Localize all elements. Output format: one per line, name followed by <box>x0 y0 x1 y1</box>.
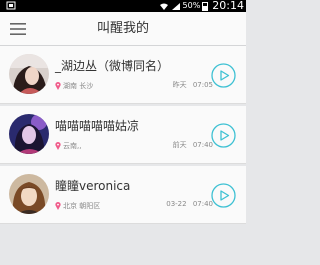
alarm-clock: 07:40 <box>192 200 213 208</box>
location-text: 北京 朝阳区 <box>63 202 101 210</box>
app-header: 叫醒我的 <box>0 12 246 46</box>
alarm-time: 前天 07:40 <box>173 140 213 150</box>
battery-percent: 50% <box>182 1 201 10</box>
contact-name: _湖边丛（微博同名） <box>55 59 170 73</box>
contact-name: 瞳瞳veronica <box>55 179 131 193</box>
avatar[interactable] <box>9 174 49 214</box>
alarm-clock: 07:05 <box>192 81 213 89</box>
location: 北京 朝阳区 <box>55 201 100 211</box>
alarm-time: 03-22 07:40 <box>166 200 213 208</box>
play-icon <box>211 123 236 148</box>
location-pin-icon <box>55 142 61 150</box>
location-pin-icon <box>55 82 61 90</box>
alarm-day: 03-22 <box>166 200 187 208</box>
location: 湖南 长沙 <box>55 81 93 91</box>
location-text: 云南,, <box>63 142 82 150</box>
play-button[interactable] <box>211 183 236 208</box>
play-icon <box>211 183 236 208</box>
alarm-clock: 07:40 <box>192 141 213 149</box>
alarm-time: 昨天 07:05 <box>173 80 213 90</box>
alarm-day: 前天 <box>172 141 187 149</box>
list-item[interactable]: 喵喵喵喵喵姑凉 云南,, 前天 07:40 <box>0 106 246 164</box>
notification-icon <box>6 1 16 10</box>
location: 云南,, <box>55 141 81 151</box>
avatar[interactable] <box>9 114 49 154</box>
page-title: 叫醒我的 <box>96 21 149 36</box>
alarm-day: 昨天 <box>172 81 187 89</box>
location-pin-icon <box>55 202 61 210</box>
signal-icon <box>171 2 180 10</box>
location-text: 湖南 长沙 <box>63 82 94 90</box>
play-icon <box>211 63 236 88</box>
battery-icon <box>202 1 209 11</box>
play-button[interactable] <box>211 63 236 88</box>
list-item[interactable]: _湖边丛（微博同名） 湖南 长沙 昨天 07:05 <box>0 46 246 104</box>
wifi-icon <box>159 3 168 10</box>
clock: 20:14 <box>212 0 244 12</box>
avatar[interactable] <box>9 54 49 94</box>
play-button[interactable] <box>211 123 236 148</box>
list-item[interactable]: 瞳瞳veronica 北京 朝阳区 03-22 07:40 <box>0 166 246 224</box>
status-bar: 50% 20:14 <box>0 0 246 12</box>
contact-name: 喵喵喵喵喵姑凉 <box>55 119 140 133</box>
